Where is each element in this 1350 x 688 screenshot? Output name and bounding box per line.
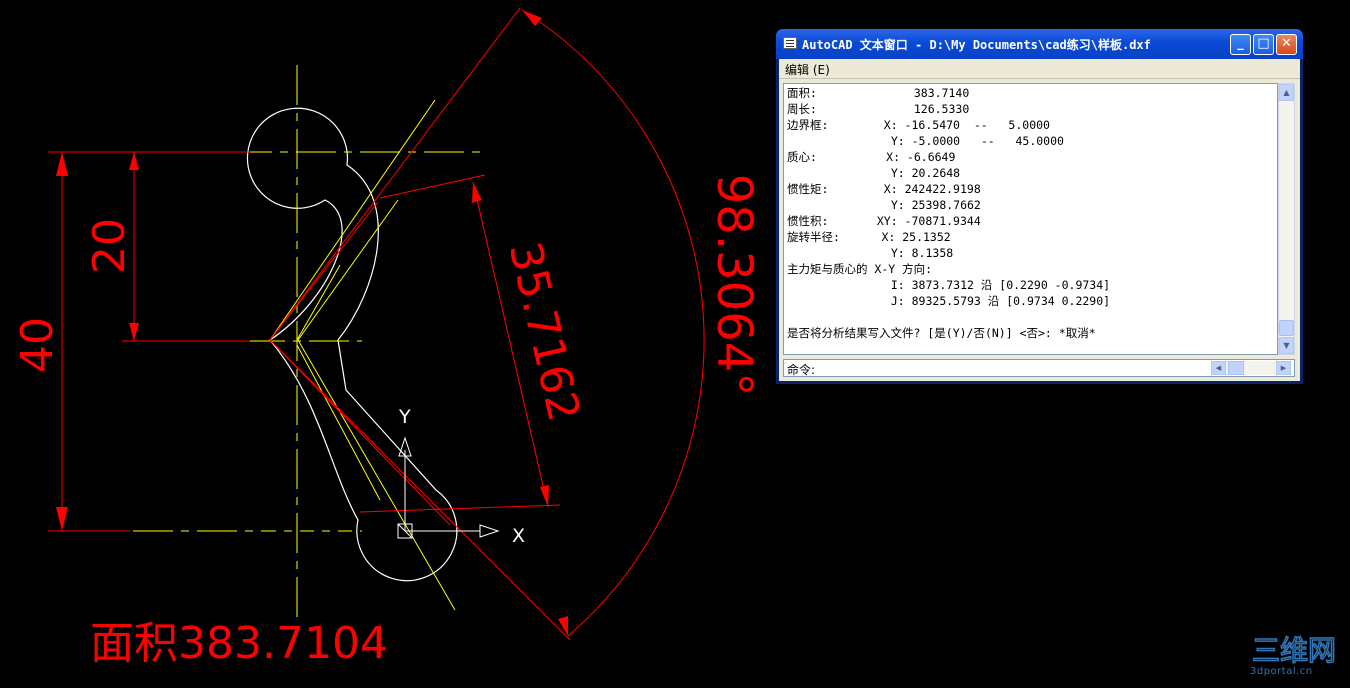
history-line: Y: -5.0000 -- 45.0000 — [787, 134, 1064, 148]
scroll-down-icon[interactable]: ▼ — [1279, 337, 1294, 354]
history-line: 周长: 126.5330 — [787, 102, 970, 116]
history-line: J: 89325.5793 沿 [0.9734 0.2290] — [787, 294, 1111, 308]
history-line: 质心: X: -6.6649 — [787, 150, 956, 164]
maximize-button[interactable]: □ — [1253, 34, 1274, 55]
watermark-logo: 三维网 — [1251, 633, 1337, 668]
history-line: 主力矩与质心的 X-Y 方向: — [787, 262, 933, 276]
scroll-up-icon[interactable]: ▲ — [1279, 84, 1294, 101]
scroll-thumb[interactable] — [1279, 320, 1294, 336]
hscroll-thumb[interactable] — [1228, 361, 1244, 375]
area-label: 面积383.7104 — [90, 618, 388, 669]
history-line: 惯性矩: X: 242422.9198 — [787, 182, 981, 196]
history-line: Y: 25398.7662 — [787, 198, 981, 212]
history-line: Y: 20.2648 — [787, 166, 961, 180]
history-line: 旋转半径: X: 25.1352 — [787, 230, 951, 244]
minimize-button[interactable]: _ — [1230, 34, 1251, 55]
window-body: 面积: 383.7140 周长: 126.5330 边界框: X: -16.5470… — [779, 79, 1300, 381]
history-output[interactable]: 面积: 383.7140 周长: 126.5330 边界框: X: -16.5470… — [783, 83, 1278, 355]
history-line: 惯性积: XY: -70871.9344 — [787, 214, 981, 228]
watermark-site: 3dportal.cn — [1250, 666, 1313, 677]
dim-35-label: 35.7162 — [499, 237, 590, 426]
history-line: 边界框: X: -16.5470 -- 5.0000 — [787, 118, 1050, 132]
history-lines: 面积: 383.7140 周长: 126.5330 边界框: X: -16.5470… — [787, 85, 1110, 341]
history-line: 是否将分析结果写入文件? [是(Y)/否(N)] <否>: *取消* — [787, 326, 1096, 340]
dim-98-label: 98.3064° — [706, 174, 762, 397]
dim-20-label: 20 — [84, 218, 135, 274]
command-line[interactable]: 命令: ◀ ▶ — [783, 359, 1295, 377]
history-line: Y: 8.1358 — [787, 246, 954, 260]
window-app-icon — [783, 37, 797, 49]
history-line: I: 3873.7312 沿 [0.2290 -0.9734] — [787, 278, 1111, 292]
ucs-y-label: Y — [398, 406, 411, 428]
watermark-logo-text: 三维网 — [1252, 634, 1336, 666]
dimension-arrows — [56, 10, 568, 636]
centerlines — [133, 65, 482, 620]
history-line — [787, 309, 1110, 325]
command-prompt-label: 命令: — [787, 363, 816, 377]
menu-edit[interactable]: 编辑 (E) — [785, 61, 830, 78]
menu-bar: 编辑 (E) — [779, 59, 1300, 79]
ucs-x-label: X — [512, 525, 525, 547]
text-window[interactable]: AutoCAD 文本窗口 - D:\My Documents\cad练习\样板.… — [776, 29, 1303, 384]
close-button[interactable]: ✕ — [1276, 34, 1297, 55]
window-titlebar[interactable]: AutoCAD 文本窗口 - D:\My Documents\cad练习\样板.… — [776, 29, 1303, 59]
dim-40-label: 40 — [12, 317, 63, 373]
window-title: AutoCAD 文本窗口 - D:\My Documents\cad练习\样板.… — [802, 38, 1151, 52]
watermark: 三维网 3dportal.cn — [1250, 632, 1342, 680]
scroll-right-icon[interactable]: ▶ — [1276, 361, 1291, 375]
horizontal-scrollbar[interactable]: ◀ ▶ — [1211, 361, 1291, 375]
vertical-scrollbar[interactable]: ▲ ▼ — [1278, 83, 1295, 355]
dimension-lines — [48, 7, 705, 641]
scroll-left-icon[interactable]: ◀ — [1211, 361, 1226, 375]
history-line: 面积: 383.7140 — [787, 86, 970, 100]
